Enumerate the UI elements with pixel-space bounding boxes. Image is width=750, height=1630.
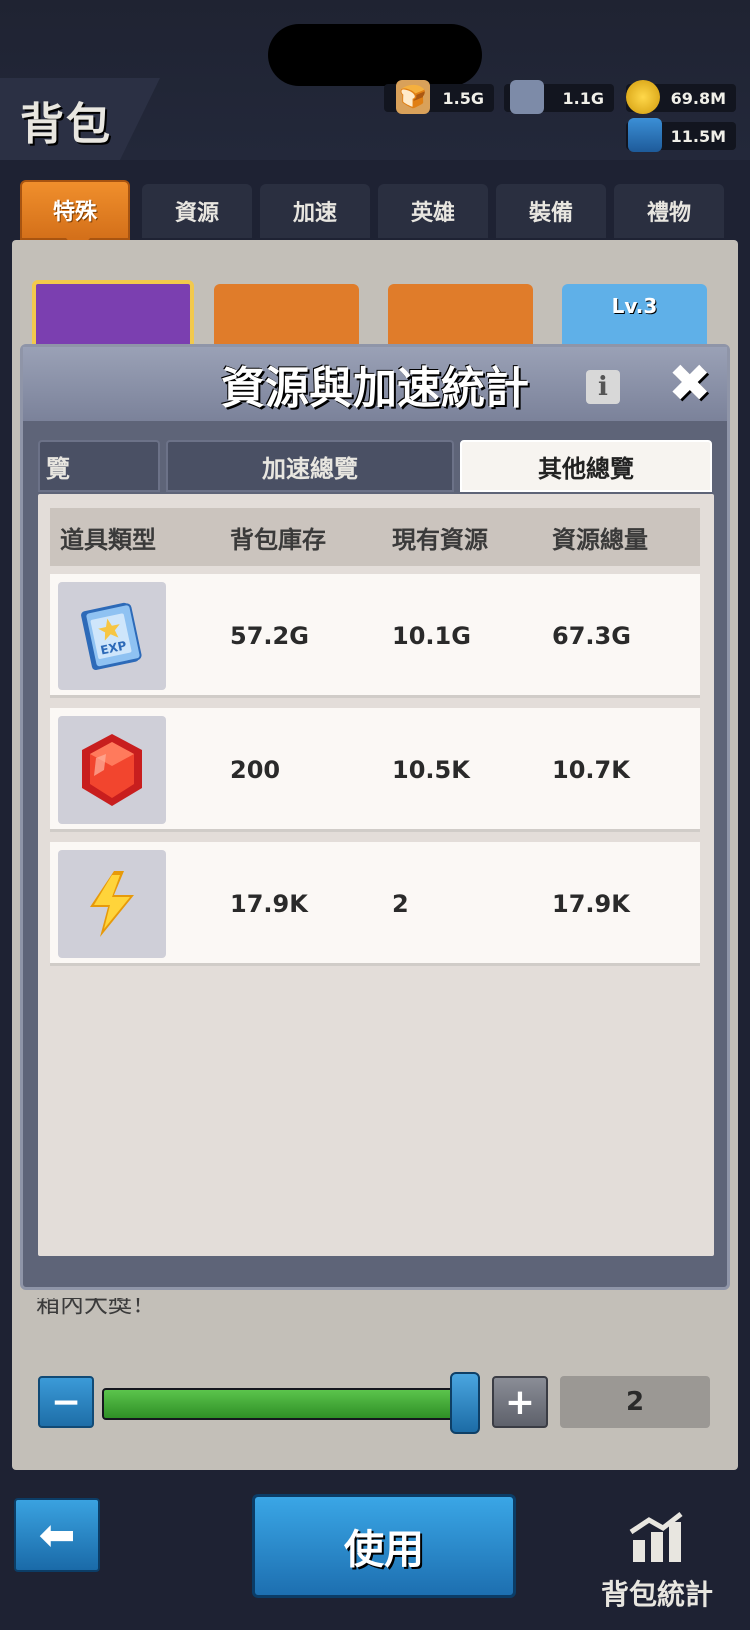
modal-title: 資源與加速統計 xyxy=(221,363,529,414)
table-row: 200 10.5K 10.7K xyxy=(50,708,700,832)
cell-backpack: 200 xyxy=(230,756,281,784)
tab-heroes[interactable]: 英雄 xyxy=(378,184,488,238)
modal-tab-resources-overview[interactable]: 覽 xyxy=(38,440,160,492)
column-header-total-resources: 資源總量 xyxy=(552,525,648,554)
gold-coin-icon xyxy=(626,80,660,114)
tab-resources[interactable]: 資源 xyxy=(142,184,252,238)
item-card-chest[interactable] xyxy=(32,280,194,354)
resource-gold-value: 69.8M xyxy=(670,88,726,108)
cell-current: 2 xyxy=(392,890,409,918)
resource-wood-value: 1.5G xyxy=(442,88,484,108)
resource-oil-value: 11.5M xyxy=(670,126,726,146)
cell-current: 10.1G xyxy=(392,622,471,650)
oil-barrel-icon xyxy=(628,118,662,152)
table-row: EXP 57.2G 10.1G 67.3G xyxy=(50,574,700,698)
cell-total: 67.3G xyxy=(552,622,631,650)
back-arrow-icon: ⬅ xyxy=(38,1509,76,1561)
slider-handle[interactable] xyxy=(450,1372,480,1434)
use-button[interactable]: 使用 xyxy=(252,1494,516,1598)
backpack-stats-button[interactable]: 背包統計 xyxy=(592,1510,722,1611)
column-header-current-resources: 現有資源 xyxy=(392,525,488,554)
backpack-stats-label: 背包統計 xyxy=(600,1578,713,1611)
bread-icon: 🍞 xyxy=(396,80,430,114)
cell-backpack: 57.2G xyxy=(230,622,309,650)
page-title: 背包 xyxy=(20,99,112,150)
iron-ingot-icon xyxy=(510,80,544,114)
camera-notch xyxy=(268,24,482,86)
red-gem-icon xyxy=(58,716,166,824)
modal-tab-other-overview[interactable]: 其他總覽 xyxy=(460,440,712,492)
tab-special[interactable]: 特殊 xyxy=(20,180,130,240)
tab-speedup[interactable]: 加速 xyxy=(260,184,370,238)
cell-current: 10.5K xyxy=(392,756,470,784)
tab-equipment[interactable]: 裝備 xyxy=(496,184,606,238)
modal-tab-speedup-overview[interactable]: 加速總覽 xyxy=(166,440,454,492)
tab-gifts[interactable]: 禮物 xyxy=(614,184,724,238)
stats-chart-icon xyxy=(629,1512,683,1562)
column-header-backpack-stock: 背包庫存 xyxy=(230,525,326,554)
cell-total: 10.7K xyxy=(552,756,630,784)
table-header: 道具類型 背包庫存 現有資源 資源總量 xyxy=(50,508,700,566)
column-header-item-type: 道具類型 xyxy=(60,525,156,554)
decrease-button[interactable]: − xyxy=(38,1376,94,1428)
resource-iron-value: 1.1G xyxy=(562,88,604,108)
back-button[interactable]: ⬅ xyxy=(14,1498,100,1572)
increase-button[interactable]: + xyxy=(492,1376,548,1428)
info-icon[interactable]: i xyxy=(586,370,620,404)
close-icon[interactable]: ✖ xyxy=(668,358,712,410)
table-row: 17.9K 2 17.9K xyxy=(50,842,700,966)
exp-book-icon: EXP xyxy=(58,582,166,690)
cell-total: 17.9K xyxy=(552,890,630,918)
lightning-icon xyxy=(58,850,166,958)
slider-fill xyxy=(104,1390,454,1418)
quantity-input[interactable]: 2 xyxy=(560,1376,710,1428)
cell-backpack: 17.9K xyxy=(230,890,308,918)
